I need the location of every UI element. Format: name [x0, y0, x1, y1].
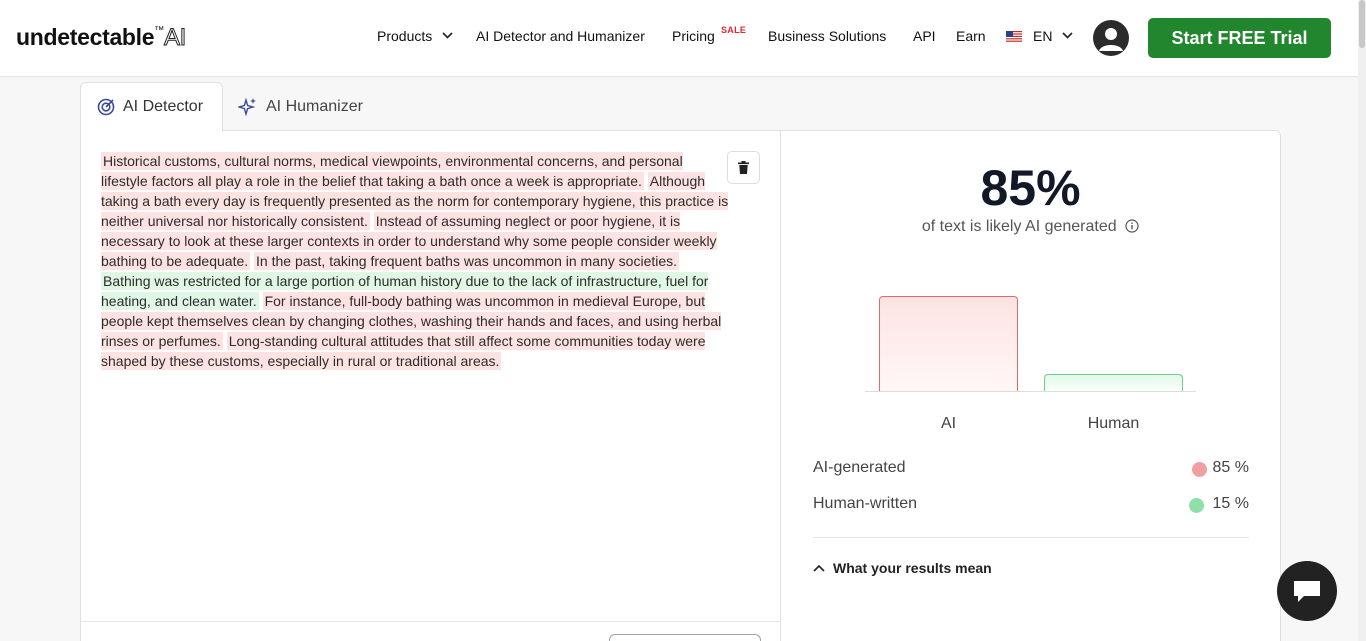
panel-divider [81, 621, 780, 622]
bar-label-ai: AI [940, 415, 957, 432]
logo-ai: AI [163, 24, 187, 52]
nav-pricing-label: Pricing [672, 28, 715, 44]
tab-ai-detector[interactable]: AI Detector [80, 82, 223, 131]
info-icon[interactable] [1125, 219, 1139, 233]
stat-human-label: Human-written [813, 495, 918, 512]
results-mean-toggle[interactable]: What your results mean [813, 560, 992, 576]
page-scrollbar[interactable] [1358, 0, 1366, 641]
chat-button[interactable] [1277, 561, 1337, 621]
logo-trademark: ™ [154, 25, 164, 36]
chevron-down-icon [442, 32, 453, 39]
human-legend-dot [1189, 498, 1204, 513]
sale-badge: SALE [721, 25, 747, 35]
language-selector[interactable]: EN [1033, 28, 1073, 44]
bar-human [1044, 374, 1183, 391]
nav-detector-humanizer[interactable]: AI Detector and Humanizer [476, 28, 645, 44]
score-caption-text: of text is likely AI generated [921, 218, 1117, 235]
ai-highlighted-sentence: Historical customs, cultural norms, medi… [101, 152, 683, 190]
chevron-down-icon [1062, 32, 1073, 39]
input-text-area[interactable]: Historical customs, cultural norms, medi… [101, 151, 731, 371]
results-panel: 85% of text is likely AI generated AI Hum… [780, 130, 1281, 641]
chevron-up-icon [813, 564, 825, 572]
stat-ai-value: 85 % [1212, 459, 1249, 476]
us-flag-icon [1006, 31, 1022, 42]
nav-business[interactable]: Business Solutions [768, 28, 886, 44]
input-panel: Historical customs, cultural norms, medi… [80, 130, 781, 641]
tab-ai-humanizer[interactable]: AI Humanizer [238, 82, 363, 131]
tab-ai-detector-label: AI Detector [123, 98, 204, 115]
target-icon [97, 98, 115, 116]
sparkles-icon [238, 97, 256, 116]
tab-ai-humanizer-label: AI Humanizer [266, 97, 363, 115]
trash-icon [738, 161, 749, 174]
stat-ai-label: AI-generated [813, 459, 906, 476]
score-caption: of text is likely AI generated [781, 218, 1280, 236]
nav-pricing[interactable]: Pricing SALE [672, 25, 746, 44]
user-avatar-icon[interactable] [1093, 20, 1129, 56]
clear-text-button[interactable] [727, 151, 760, 184]
chart-baseline [865, 391, 1196, 392]
nav-products[interactable]: Products [377, 28, 453, 44]
language-label: EN [1033, 28, 1053, 44]
stat-row-human: Human-written 15 % [813, 495, 1249, 513]
ai-percent-score: 85% [980, 160, 1081, 216]
logo-text: undetectable [16, 24, 155, 50]
nav-products-label: Products [377, 28, 433, 44]
ai-legend-dot [1192, 462, 1207, 477]
results-mean-label: What your results mean [833, 560, 992, 576]
top-header: undetectable™AI Products AI Detector and… [0, 0, 1366, 77]
results-divider [813, 537, 1249, 538]
panel-action-button[interactable] [609, 634, 761, 641]
logo[interactable]: undetectable™AI [16, 24, 187, 52]
stat-row-ai: AI-generated 85 % [813, 459, 1249, 477]
stat-human-value: 15 % [1212, 495, 1249, 512]
bar-ai [879, 296, 1018, 391]
nav-api[interactable]: API [913, 28, 936, 44]
scrollbar-thumb[interactable] [1359, 0, 1365, 48]
ai-highlighted-sentence: In the past, taking frequent baths was u… [254, 252, 680, 270]
chat-icon [1294, 581, 1320, 602]
bar-label-human: Human [1087, 415, 1140, 432]
start-free-trial-button[interactable]: Start FREE Trial [1148, 18, 1331, 58]
results-bar-chart: AI Human [865, 261, 1196, 432]
nav-earn[interactable]: Earn [956, 28, 986, 44]
